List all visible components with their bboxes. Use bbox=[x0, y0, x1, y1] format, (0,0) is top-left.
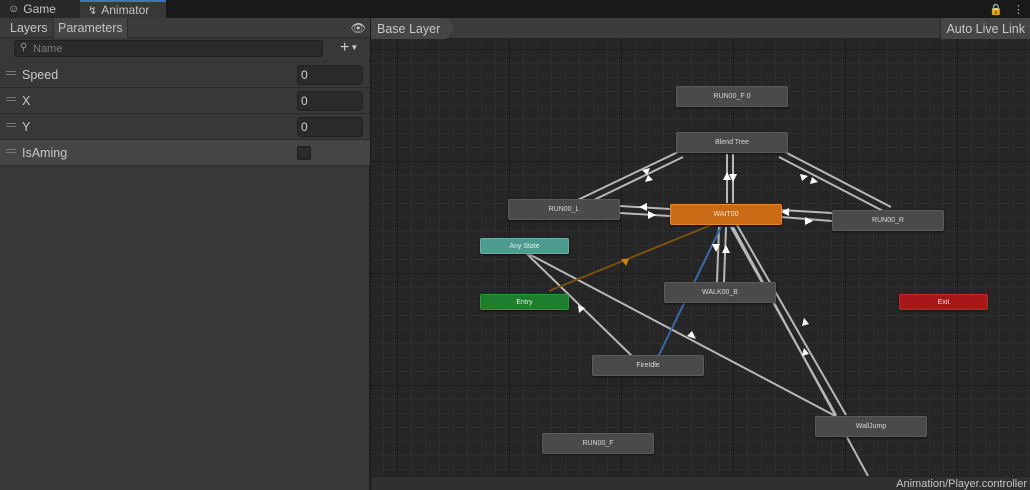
entry-transition-arrow bbox=[621, 259, 629, 266]
parameter-row-y[interactable]: Y bbox=[0, 114, 370, 140]
state-node-entry[interactable]: Entry bbox=[480, 294, 569, 310]
tab-parameters[interactable]: Parameters bbox=[53, 18, 128, 38]
transition-arrow bbox=[648, 211, 656, 219]
state-node-run00-r[interactable]: RUN00_R bbox=[832, 210, 944, 231]
controller-path: Animation/Player.controller bbox=[896, 478, 1027, 490]
breadcrumb[interactable]: Base Layer bbox=[371, 18, 454, 39]
search-box: ⚲ bbox=[14, 40, 323, 57]
parameter-name: Y bbox=[22, 120, 31, 134]
transition-arrow bbox=[802, 318, 809, 326]
parameter-row-speed[interactable]: Speed bbox=[0, 62, 370, 88]
plus-icon: + bbox=[340, 39, 350, 57]
parameter-value-field[interactable] bbox=[297, 91, 363, 111]
drag-handle-icon[interactable] bbox=[6, 71, 16, 75]
parameter-row-x[interactable]: X bbox=[0, 88, 370, 114]
parameter-bool-checkbox[interactable] bbox=[297, 146, 311, 160]
parameter-name: Speed bbox=[22, 68, 59, 82]
parameter-name: X bbox=[22, 94, 31, 108]
transition-line bbox=[619, 212, 671, 217]
auto-live-link-button[interactable]: Auto Live Link bbox=[940, 18, 1030, 39]
eye-icon[interactable]: 👁 bbox=[351, 21, 366, 35]
transition-line bbox=[732, 226, 869, 476]
graph-toolbar: Base Layer Auto Live Link bbox=[371, 18, 1030, 39]
tab-animator-label: Animator bbox=[101, 3, 150, 17]
transition-arrow bbox=[800, 174, 808, 181]
state-node-walljump[interactable]: WallJump bbox=[815, 416, 927, 437]
editor-tab-bar: ☺ Game ↯ Animator 🔒 ⋮ bbox=[0, 0, 1030, 18]
parameter-name: IsAming bbox=[22, 146, 68, 160]
animator-icon: ↯ bbox=[88, 4, 98, 17]
state-node-run00-f0[interactable]: RUN00_F 0 bbox=[676, 86, 788, 107]
transition-arrow bbox=[645, 175, 653, 182]
gamepad-icon: ☺ bbox=[8, 3, 20, 15]
parameter-value-field[interactable] bbox=[297, 117, 363, 137]
transition-line bbox=[784, 151, 892, 208]
transition-line bbox=[723, 226, 727, 283]
state-node-any-state[interactable]: Any State bbox=[480, 238, 569, 254]
parameter-row-isaming[interactable]: IsAming bbox=[0, 140, 370, 166]
state-machine-graph[interactable]: RUN00_F 0 Blend Tree RUN00_L WAIT00 RUN0… bbox=[371, 39, 1030, 476]
state-node-exit[interactable]: Exit bbox=[899, 294, 988, 310]
search-input[interactable] bbox=[33, 42, 313, 55]
more-menu-icon[interactable]: ⋮ bbox=[1013, 3, 1024, 16]
state-node-blend-tree[interactable]: Blend Tree bbox=[676, 132, 788, 153]
drag-handle-icon[interactable] bbox=[6, 123, 16, 127]
window-controls: 🔒 ⋮ bbox=[989, 0, 1024, 18]
search-row: ⚲ +▼ bbox=[0, 38, 370, 60]
state-node-run00-l[interactable]: RUN00_L bbox=[508, 199, 620, 220]
parameter-value-field[interactable] bbox=[297, 65, 363, 85]
status-bar: Animation/Player.controller bbox=[371, 476, 1030, 490]
transition-arrow bbox=[729, 174, 737, 182]
drag-handle-icon[interactable] bbox=[6, 97, 16, 101]
tab-layers[interactable]: Layers bbox=[6, 18, 52, 38]
entry-transition-line bbox=[548, 222, 717, 292]
tab-game-label: Game bbox=[23, 2, 56, 16]
state-node-fireidle[interactable]: FireIdle bbox=[592, 355, 704, 376]
transition-arrow bbox=[723, 172, 731, 180]
transition-arrow bbox=[722, 245, 730, 253]
chevron-down-icon: ▼ bbox=[350, 43, 359, 52]
tab-game[interactable]: ☺ Game bbox=[0, 0, 80, 18]
lock-icon[interactable]: 🔒 bbox=[989, 3, 1003, 16]
transition-arrow bbox=[810, 177, 818, 184]
transition-line bbox=[778, 156, 886, 213]
state-node-walk00-b[interactable]: WALK00_B bbox=[664, 282, 776, 303]
transition-line bbox=[736, 224, 847, 416]
drag-handle-icon[interactable] bbox=[6, 149, 16, 153]
parameters-panel: Layers Parameters 👁 ⚲ +▼ Speed X Y IsAmi… bbox=[0, 18, 370, 490]
transition-line bbox=[526, 252, 842, 420]
transition-line bbox=[564, 151, 679, 207]
add-parameter-button[interactable]: +▼ bbox=[340, 39, 358, 57]
panel-tabs: Layers Parameters 👁 bbox=[0, 18, 370, 38]
state-node-run00-f[interactable]: RUN00_F bbox=[542, 433, 654, 454]
search-icon: ⚲ bbox=[20, 42, 28, 53]
transition-arrow bbox=[639, 203, 647, 211]
tab-animator[interactable]: ↯ Animator bbox=[80, 0, 166, 18]
state-node-wait00[interactable]: WAIT00 bbox=[670, 204, 782, 225]
